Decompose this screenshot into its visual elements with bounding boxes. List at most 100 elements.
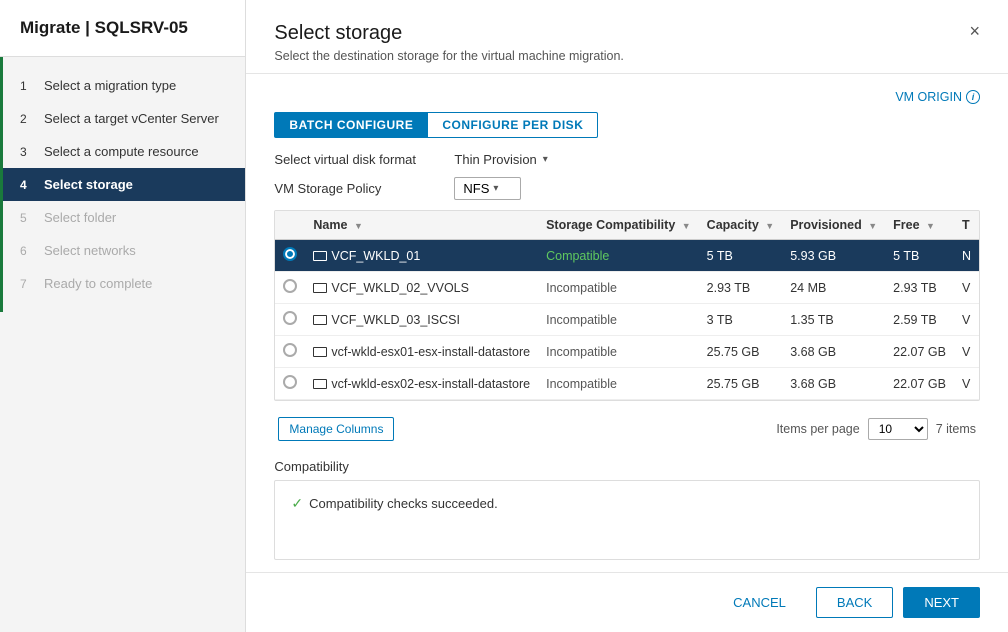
radio-cell-2[interactable] — [275, 304, 305, 336]
next-button[interactable]: NEXT — [903, 587, 980, 618]
capacity-cell-2: 3 TB — [699, 304, 783, 336]
capacity-sort-icon[interactable]: ▼ — [765, 221, 774, 231]
vm-policy-arrow: ▾ — [493, 183, 498, 194]
radio-1[interactable] — [283, 279, 297, 293]
storage-table: Name ▼ Storage Compatibility ▼ Capacity … — [274, 210, 980, 401]
footer: CANCEL BACK NEXT — [246, 572, 1008, 632]
step-num-2: 2 — [20, 112, 34, 126]
header-text: Select storage Select the destination st… — [274, 22, 624, 63]
compat-cell-0: Compatible — [538, 240, 699, 272]
main-content: VM ORIGIN i BATCH CONFIGURE CONFIGURE PE… — [246, 74, 1008, 572]
free-cell-2: 2.59 TB — [885, 304, 954, 336]
items-per-page-select[interactable]: 10 25 50 — [868, 418, 928, 440]
type-cell-4: V — [954, 368, 979, 400]
info-icon: i — [966, 90, 980, 104]
sidebar-steps: 1Select a migration type2Select a target… — [0, 57, 245, 312]
free-sort-icon[interactable]: ▼ — [926, 221, 935, 231]
sidebar-step-7: 7 Ready to complete — [0, 267, 245, 300]
compat-sort-icon[interactable]: ▼ — [682, 221, 691, 231]
step-label-6: Select networks — [44, 243, 136, 258]
radio-3[interactable] — [283, 343, 297, 357]
provisioned-cell-1: 24 MB — [782, 272, 885, 304]
tab-configure-per-disk[interactable]: CONFIGURE PER DISK — [427, 112, 598, 138]
sidebar-title: Migrate | SQLSRV-05 — [0, 0, 245, 57]
main-title: Select storage — [274, 22, 624, 45]
radio-cell-0[interactable] — [275, 240, 305, 272]
name-sort-icon[interactable]: ▼ — [354, 221, 363, 231]
table-row[interactable]: VCF_WKLD_03_ISCSI Incompatible 3 TB 1.35… — [275, 304, 979, 336]
provisioned-cell-3: 3.68 GB — [782, 336, 885, 368]
back-button[interactable]: BACK — [816, 587, 893, 618]
name-cell-3: vcf-wkld-esx01-esx-install-datastore — [305, 336, 538, 368]
provisioned-cell-2: 1.35 TB — [782, 304, 885, 336]
vm-policy-value: NFS — [463, 181, 489, 196]
vm-origin-row: VM ORIGIN i — [274, 90, 980, 104]
col-name: Name ▼ — [305, 211, 538, 240]
free-cell-4: 22.07 GB — [885, 368, 954, 400]
col-storage-compat: Storage Compatibility ▼ — [538, 211, 699, 240]
name-cell-2: VCF_WKLD_03_ISCSI — [305, 304, 538, 336]
disk-format-arrow: ▾ — [543, 154, 548, 165]
type-cell-0: N — [954, 240, 979, 272]
prov-sort-icon[interactable]: ▼ — [868, 221, 877, 231]
compat-cell-3: Incompatible — [538, 336, 699, 368]
col-free: Free ▼ — [885, 211, 954, 240]
vm-policy-row: VM Storage Policy NFS ▾ — [274, 177, 980, 200]
cancel-button[interactable]: CANCEL — [713, 587, 806, 618]
sidebar-step-4[interactable]: 4Select storage — [0, 168, 245, 201]
check-icon: ✓ — [291, 495, 303, 511]
step-num-1: 1 — [20, 79, 34, 93]
sidebar-step-1[interactable]: 1Select a migration type — [0, 69, 245, 102]
radio-4[interactable] — [283, 375, 297, 389]
radio-cell-1[interactable] — [275, 272, 305, 304]
items-per-page-label: Items per page — [776, 422, 859, 436]
step-num-7: 7 — [20, 277, 34, 291]
step-num-4: 4 — [20, 178, 34, 192]
disk-format-row: Select virtual disk format Thin Provisio… — [274, 152, 980, 167]
radio-2[interactable] — [283, 311, 297, 325]
name-cell-0: VCF_WKLD_01 — [305, 240, 538, 272]
sidebar: Migrate | SQLSRV-05 1Select a migration … — [0, 0, 246, 632]
provisioned-cell-4: 3.68 GB — [782, 368, 885, 400]
datastore-icon-2 — [313, 315, 327, 325]
table-row[interactable]: vcf-wkld-esx02-esx-install-datastore Inc… — [275, 368, 979, 400]
datastore-icon-4 — [313, 379, 327, 389]
storage-table-element: Name ▼ Storage Compatibility ▼ Capacity … — [275, 211, 979, 400]
free-cell-1: 2.93 TB — [885, 272, 954, 304]
main-panel: Select storage Select the destination st… — [246, 0, 1008, 632]
close-button[interactable]: × — [969, 22, 980, 40]
sidebar-step-2[interactable]: 2Select a target vCenter Server — [0, 102, 245, 135]
compatibility-box: ✓Compatibility checks succeeded. — [274, 480, 980, 560]
col-type: T — [954, 211, 979, 240]
sidebar-step-5: 5 Select folder — [0, 201, 245, 234]
radio-0[interactable] — [283, 247, 297, 261]
manage-columns-button[interactable]: Manage Columns — [278, 417, 394, 441]
vm-origin-link[interactable]: VM ORIGIN i — [895, 90, 980, 104]
step-label-7: Ready to complete — [44, 276, 152, 291]
col-radio — [275, 211, 305, 240]
disk-format-text: Thin Provision — [454, 152, 536, 167]
step-num-3: 3 — [20, 145, 34, 159]
main-header: Select storage Select the destination st… — [246, 0, 1008, 74]
compat-cell-1: Incompatible — [538, 272, 699, 304]
capacity-cell-3: 25.75 GB — [699, 336, 783, 368]
green-bar — [0, 57, 3, 312]
vm-origin-label: VM ORIGIN — [895, 90, 962, 104]
step-num-5: 5 — [20, 211, 34, 225]
disk-format-value: Thin Provision ▾ — [454, 152, 547, 167]
step-label-5: Select folder — [44, 210, 116, 225]
sidebar-step-3[interactable]: 3Select a compute resource — [0, 135, 245, 168]
tab-batch-configure[interactable]: BATCH CONFIGURE — [274, 112, 427, 138]
vm-policy-dropdown[interactable]: NFS ▾ — [454, 177, 521, 200]
type-cell-1: V — [954, 272, 979, 304]
table-row[interactable]: VCF_WKLD_01 Compatible 5 TB 5.93 GB 5 TB… — [275, 240, 979, 272]
pagination: Items per page 10 25 50 7 items — [776, 418, 976, 440]
table-row[interactable]: vcf-wkld-esx01-esx-install-datastore Inc… — [275, 336, 979, 368]
table-row[interactable]: VCF_WKLD_02_VVOLS Incompatible 2.93 TB 2… — [275, 272, 979, 304]
total-items: 7 items — [936, 422, 976, 436]
step-num-6: 6 — [20, 244, 34, 258]
radio-cell-4[interactable] — [275, 368, 305, 400]
radio-cell-3[interactable] — [275, 336, 305, 368]
type-cell-3: V — [954, 336, 979, 368]
main-subtitle: Select the destination storage for the v… — [274, 49, 624, 63]
